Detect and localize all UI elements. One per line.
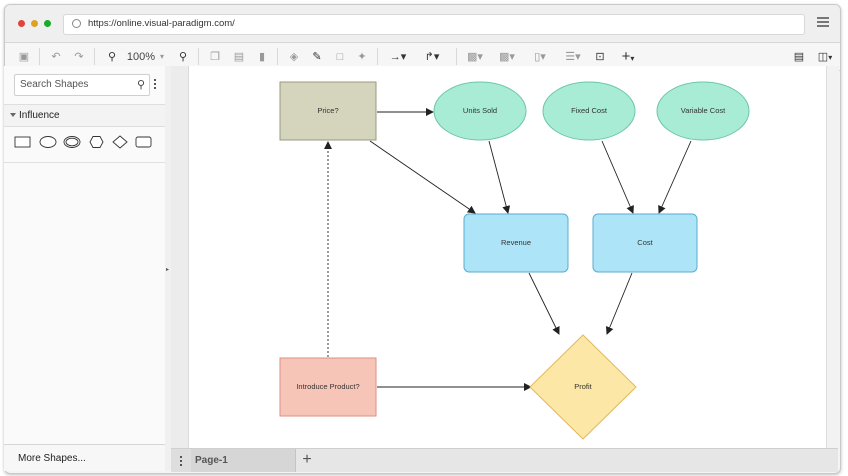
page-menu-icon[interactable] [171, 449, 192, 472]
panel-toggle-icon[interactable]: ▤ [791, 49, 807, 65]
more-shapes-button[interactable]: More Shapes... [4, 444, 165, 471]
search-icon[interactable]: ⚲ [137, 78, 145, 91]
maximize-window-dot[interactable] [44, 20, 51, 27]
node-price-label: Price? [317, 106, 338, 115]
close-window-dot[interactable] [18, 20, 25, 27]
more-shapes-label: More Shapes... [18, 453, 86, 464]
diagram-page[interactable]: Price? Units Sold Fixed Cost Variable Co… [188, 66, 827, 448]
hexagon-shape-icon[interactable] [89, 136, 104, 148]
diamond-shape-icon[interactable] [112, 135, 128, 149]
fill-color-icon[interactable]: ◈ [287, 49, 301, 65]
node-revenue[interactable]: Revenue [463, 213, 569, 273]
edge-cost-profit[interactable] [605, 272, 633, 335]
browser-menu-icon[interactable] [817, 17, 829, 27]
node-introduce-product[interactable]: Introduce Product? [279, 357, 377, 417]
to-back-icon[interactable]: ▩▾ [496, 49, 518, 65]
connector-icon[interactable]: →▾ [387, 49, 409, 65]
node-introduce-product-label: Introduce Product? [296, 382, 359, 391]
group-icon[interactable]: ⊡ [593, 49, 607, 65]
node-fixed-cost-label: Fixed Cost [571, 106, 608, 115]
node-variable-cost-label: Variable Cost [681, 106, 726, 115]
node-cost-label: Cost [637, 238, 653, 247]
vertical-scrollbar[interactable] [826, 66, 839, 448]
browser-titlebar: https://online.visual-paradigm.com/ [5, 5, 840, 43]
format-painter-icon[interactable]: ✦ [355, 49, 369, 65]
zoom-in-icon[interactable]: ⚲ [176, 49, 190, 65]
delete-icon[interactable]: ▮ [255, 49, 269, 65]
shape-palette [4, 126, 165, 163]
shape-palette-svg [14, 135, 152, 149]
zoom-dropdown-icon[interactable]: ▾ [158, 49, 166, 65]
search-placeholder: Search Shapes [20, 79, 89, 90]
rectangle-shape-icon[interactable] [14, 136, 31, 148]
node-cost[interactable]: Cost [592, 213, 698, 273]
diagram-svg[interactable]: Price? Units Sold Fixed Cost Variable Co… [189, 66, 827, 448]
minimize-window-dot[interactable] [31, 20, 38, 27]
sidebar-menu-icon[interactable] [154, 79, 157, 91]
align-icon[interactable]: ▯▾ [529, 49, 551, 65]
collapse-icon [10, 113, 16, 117]
node-profit[interactable]: Profit [529, 334, 637, 440]
shapes-sidebar: Search Shapes ⚲ Influence More Shapes... [4, 66, 166, 471]
ellipse-shape-icon[interactable] [39, 136, 57, 148]
page-tab-bar: Page-1 + [171, 448, 838, 472]
page-tab-label: Page-1 [195, 455, 228, 466]
undo-icon[interactable]: ↶ [49, 49, 63, 65]
diagram-canvas[interactable]: Price? Units Sold Fixed Cost Variable Co… [171, 66, 827, 448]
address-bar[interactable]: https://online.visual-paradigm.com/ [63, 14, 805, 35]
search-shapes-input[interactable]: Search Shapes ⚲ [14, 74, 150, 96]
save-icon[interactable]: ▣ [17, 49, 31, 65]
line-color-icon[interactable]: ✎ [310, 49, 324, 65]
copy-icon[interactable]: ❐ [208, 49, 222, 65]
node-units-sold[interactable]: Units Sold [433, 81, 527, 141]
double-ellipse-shape-icon[interactable] [63, 136, 81, 148]
edge-units-revenue[interactable] [488, 140, 511, 214]
redo-icon[interactable]: ↷ [72, 49, 86, 65]
section-label: Influence [19, 110, 60, 121]
node-revenue-label: Revenue [501, 238, 531, 247]
node-units-sold-label: Units Sold [463, 106, 497, 115]
add-page-icon[interactable]: + [295, 449, 319, 472]
to-front-icon[interactable]: ▩▾ [464, 49, 486, 65]
node-price[interactable]: Price? [279, 81, 377, 141]
distribute-icon[interactable]: ☰▾ [561, 49, 585, 65]
zoom-out-icon[interactable]: ⚲ [105, 49, 119, 65]
add-icon[interactable]: +▾ [616, 49, 640, 65]
edge-variable-cost[interactable] [658, 140, 692, 214]
node-variable-cost[interactable]: Variable Cost [656, 81, 750, 141]
layout-icon[interactable]: ◫▾ [814, 49, 836, 65]
edge-fixed-cost[interactable] [601, 140, 634, 214]
site-info-icon [72, 19, 81, 28]
splitter-grip-icon: ▸ [166, 267, 170, 273]
edge-price-revenue[interactable] [369, 140, 476, 214]
rounded-rectangle-shape-icon[interactable] [135, 136, 152, 148]
zoom-level[interactable]: 100% [126, 49, 156, 65]
page-tab[interactable]: Page-1 [191, 449, 296, 472]
shadow-icon[interactable]: □ [333, 49, 347, 65]
url-text: https://online.visual-paradigm.com/ [88, 18, 235, 29]
paste-icon[interactable]: ▤ [232, 49, 246, 65]
edge-revenue-profit[interactable] [528, 272, 560, 335]
influence-section-header[interactable]: Influence [4, 104, 165, 127]
node-fixed-cost[interactable]: Fixed Cost [542, 81, 636, 141]
waypoint-icon[interactable]: ↱▾ [417, 49, 447, 65]
node-profit-label: Profit [574, 382, 592, 391]
